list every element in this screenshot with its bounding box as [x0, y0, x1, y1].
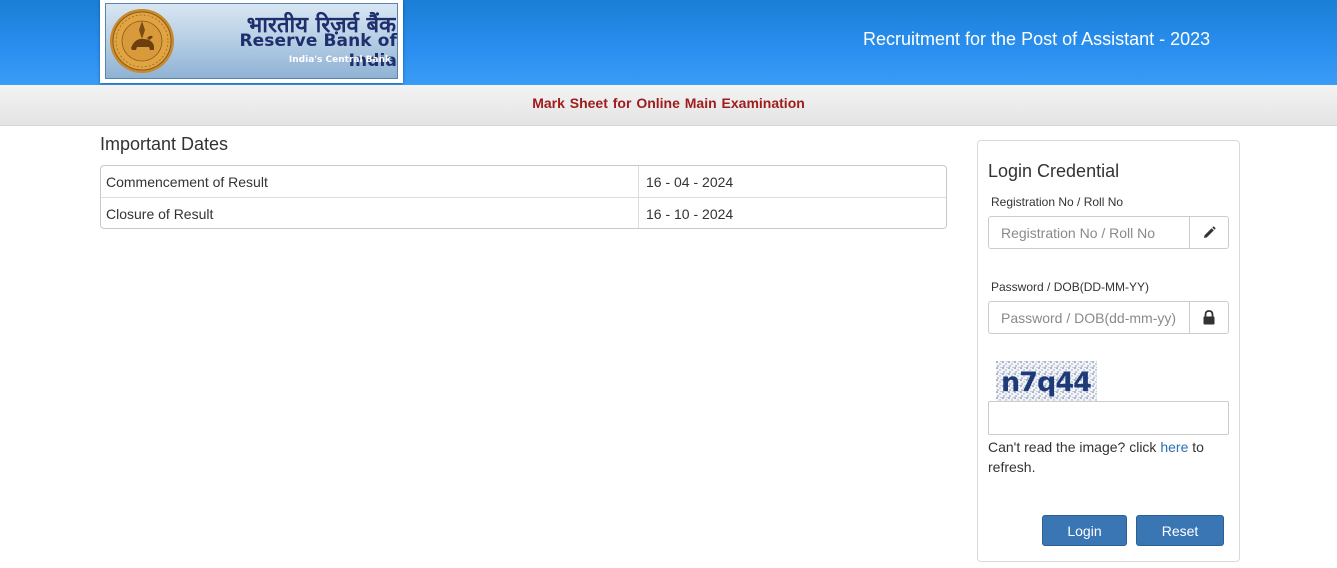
rbi-logo: भारतीय रिज़र्व बैंक Reserve Bank of Indi… — [100, 0, 403, 83]
password-label: Password / DOB(DD-MM-YY) — [991, 280, 1150, 294]
rbi-tagline: India's Central Bank — [288, 55, 391, 65]
refresh-prefix: Can't read the image? click — [988, 439, 1157, 455]
login-button[interactable]: Login — [1042, 515, 1127, 546]
registration-addon — [1189, 217, 1228, 248]
registration-input[interactable] — [989, 217, 1189, 248]
lock-icon — [1203, 310, 1215, 325]
captcha-input[interactable] — [988, 401, 1229, 435]
login-panel: Login Credential Registration No / Roll … — [977, 140, 1240, 562]
subheader-title: Mark Sheet for Online Main Examination — [532, 95, 805, 111]
rbi-english-wordmark: Reserve Bank of India — [239, 31, 397, 71]
registration-input-group — [988, 216, 1229, 249]
date-label: Closure of Result — [101, 198, 639, 228]
logo-banner: भारतीय रिज़र्व बैंक Reserve Bank of Indi… — [105, 3, 398, 79]
login-title: Login Credential — [988, 161, 1120, 181]
date-value: 16 - 10 - 2024 — [646, 206, 734, 222]
password-addon — [1189, 302, 1228, 333]
important-dates-table: Commencement of Result 16 - 04 - 2024 Cl… — [100, 165, 947, 229]
page-header: भारतीय रिज़र्व बैंक Reserve Bank of Indi… — [0, 0, 1337, 85]
registration-label: Registration No / Roll No — [991, 195, 1124, 209]
captcha-refresh-note: Can't read the image? click here to refr… — [988, 437, 1228, 477]
password-input[interactable] — [989, 302, 1189, 333]
pencil-icon — [1204, 226, 1216, 238]
rbi-seal-icon — [110, 9, 174, 73]
reset-button[interactable]: Reset — [1136, 515, 1224, 546]
refresh-captcha-link[interactable]: here — [1160, 439, 1188, 455]
date-label: Commencement of Result — [101, 166, 639, 197]
password-input-group — [988, 301, 1229, 334]
table-row: Closure of Result 16 - 10 - 2024 — [101, 198, 946, 228]
table-row: Commencement of Result 16 - 04 - 2024 — [101, 166, 946, 198]
subheader-bar: Mark Sheet for Online Main Examination — [0, 85, 1337, 126]
captcha-image: n7q44 — [996, 361, 1097, 401]
important-dates-heading: Important Dates — [100, 134, 229, 154]
page-title: Recruitment for the Post of Assistant - … — [863, 29, 1211, 49]
svg-text:n7q44: n7q44 — [1001, 367, 1091, 398]
date-value: 16 - 04 - 2024 — [646, 174, 734, 190]
